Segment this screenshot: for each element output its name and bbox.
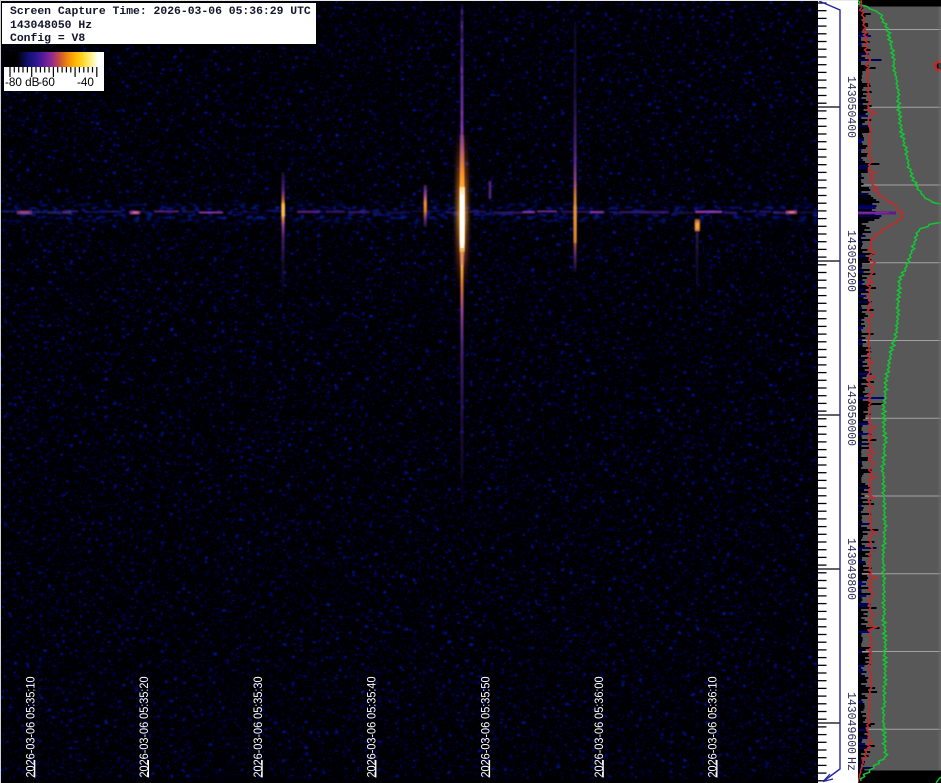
svg-text:2026-03-06 05:35:40: 2026-03-06 05:35:40	[365, 676, 379, 777]
svg-text:2026-03-06 05:35:20: 2026-03-06 05:35:20	[137, 676, 151, 777]
svg-text:2026-03-06 05:35:50: 2026-03-06 05:35:50	[478, 676, 492, 777]
svg-text:143050200: 143050200	[844, 230, 858, 292]
svg-text:2026-03-06 05:35:30: 2026-03-06 05:35:30	[251, 676, 265, 777]
svg-text:2026-03-06 05:35:10: 2026-03-06 05:35:10	[24, 676, 38, 777]
svg-text:143049600: 143049600	[844, 692, 858, 754]
svg-text:2026-03-06 05:36:10: 2026-03-06 05:36:10	[706, 676, 720, 777]
svg-text:143050400: 143050400	[844, 76, 858, 138]
svg-text:143050000: 143050000	[844, 384, 858, 446]
svg-text:2026-03-06 05:36:00: 2026-03-06 05:36:00	[592, 676, 606, 777]
svg-text:Hz: Hz	[844, 757, 858, 771]
svg-text:143049800: 143049800	[844, 538, 858, 600]
